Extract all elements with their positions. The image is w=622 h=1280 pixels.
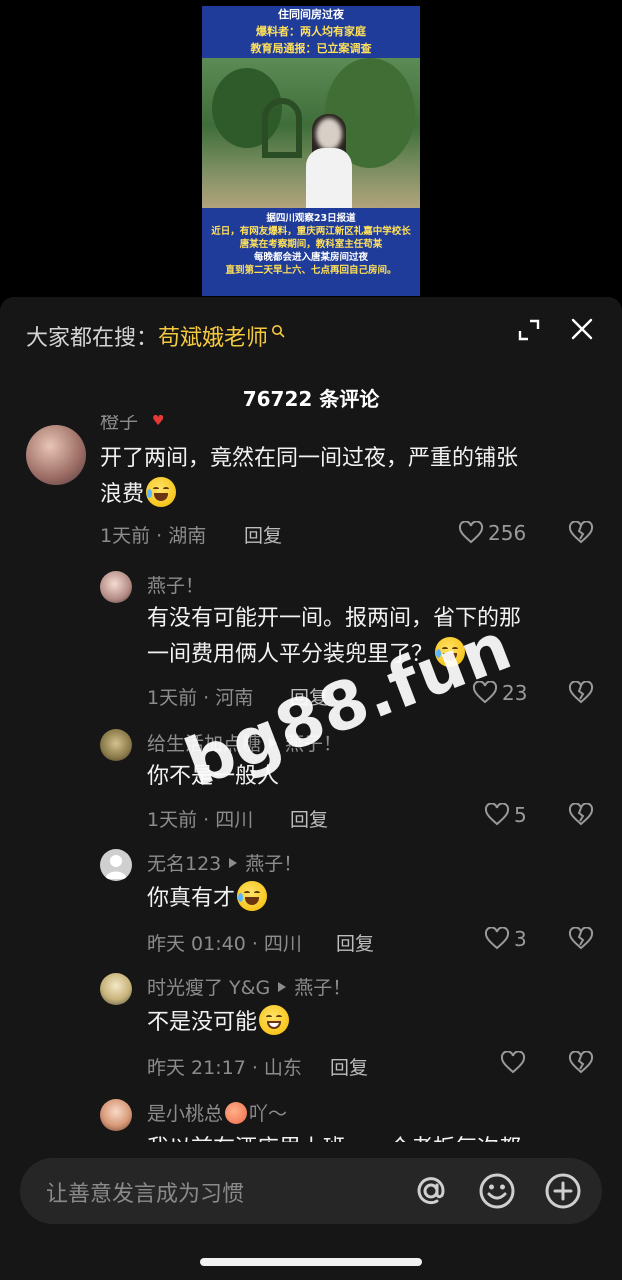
trending-search[interactable]: 大家都在搜： 苟斌娥老师 [26,319,285,353]
comment-text: 开了两间，竟然在同一间过夜，严重的铺张 浪费 [100,446,519,507]
like-button[interactable]: 3 [484,927,527,951]
comment-sheet: 大家都在搜： 苟斌娥老师 76722 条评论 橙子 ♥ 开了两间，竟然在同一间过… [0,297,622,1280]
like-count: 256 [488,521,527,545]
mention-icon[interactable] [412,1172,450,1210]
avatar[interactable] [100,973,132,1005]
reply-arrow-icon [278,981,287,992]
dislike-icon[interactable] [568,1051,594,1075]
comment-meta: 昨天 21:17 · 山东 [147,1057,302,1079]
comment-author[interactable]: 燕子！ [147,571,204,598]
trending-search-term[interactable]: 苟斌娥老师 [158,320,268,352]
comment-author[interactable]: 橙子 ♥ [100,415,165,434]
comment-count: 76722 条评论 [242,387,380,411]
search-icon [272,325,285,338]
comment-reply-item: 无名123 燕子！ 你真有才 昨天 01:40 · 四川 回复 3 [0,849,622,973]
comment-input[interactable]: 让善意发言成为习惯 [20,1158,602,1224]
video-caption-line: 住同间房过夜 [278,8,344,21]
comment-input-placeholder: 让善意发言成为习惯 [46,1182,245,1207]
like-count: 3 [514,927,527,951]
dislike-icon[interactable] [568,521,594,545]
avatar[interactable] [100,1099,132,1131]
comment-list[interactable]: 橙子 ♥ 开了两间，竟然在同一间过夜，严重的铺张 浪费 1天前 · 湖南 回复 … [0,415,622,1142]
grin-emoji-icon [259,1005,290,1035]
dislike-icon[interactable] [568,681,594,705]
rofl-emoji-icon [237,881,268,911]
comment-reply-item: 时光瘦了 Y&G 燕子！ 不是没可能 昨天 21:17 · 山东 回复 [0,973,622,1097]
comment-text: 我以前在酒店里上班……个老板每次都 [147,1131,607,1142]
video-caption-line: 直到第二天早上六、七点再回自己房间。 [225,265,397,276]
comment-reply-item: 是小桃总 吖～ 我以前在酒店里上班……个老板每次都 [0,1097,622,1142]
add-icon[interactable] [544,1172,582,1210]
laugh-cry-emoji-icon [146,477,177,507]
video-caption-line: 近日，有网友爆料，重庆两江新区礼嘉中学校长 [211,226,411,237]
heart-icon [458,521,484,544]
expand-icon[interactable] [518,319,540,341]
reply-button[interactable]: 回复 [336,929,374,956]
like-button[interactable]: 256 [458,521,526,545]
reply-arrow-icon [229,857,238,868]
video-player[interactable]: 住同间房过夜 爆料者：两人均有家庭 教育局通报：已立案调查 据四川观察23日报道… [202,6,420,296]
like-button[interactable] [500,1051,530,1075]
comment-meta: 昨天 01:40 · 四川 [147,933,302,955]
comment-author[interactable]: 是小桃总 吖～ [147,1099,287,1126]
comment-author[interactable]: 时光瘦了 Y&G 燕子！ [147,973,351,1000]
avatar[interactable] [100,849,132,881]
like-button[interactable]: 5 [484,803,527,827]
close-icon[interactable] [570,317,594,341]
trending-search-prefix: 大家都在搜： [26,326,159,351]
dislike-icon[interactable] [568,927,594,951]
avatar[interactable] [100,729,132,761]
video-caption-line: 每晚都会进入唐某房间过夜 [253,252,368,263]
dislike-icon[interactable] [568,803,594,827]
comment-text: 不是没可能 [147,1005,597,1041]
like-count: 5 [514,803,527,827]
comment-meta: 1天前 · 四川 [147,809,254,831]
heart-icon [484,803,510,826]
default-avatar-icon [105,855,127,879]
comment-item: 橙子 ♥ 开了两间，竟然在同一间过夜，严重的铺张 浪费 1天前 · 湖南 回复 … [0,415,622,565]
video-caption-line: 爆料者：两人均有家庭 [256,25,366,38]
heart-icon [484,927,510,950]
reply-button[interactable]: 回复 [244,521,282,548]
comment-meta: 1天前 · 湖南 [100,525,207,547]
video-frame-image [202,58,420,208]
video-caption-line: 唐某在考察期间，教科室主任苟某 [239,239,383,250]
emoji-icon[interactable] [478,1172,516,1210]
reply-button[interactable]: 回复 [290,805,328,832]
video-caption-line: 教育局通报：已立案调查 [250,42,372,55]
app-screen: 住同间房过夜 爆料者：两人均有家庭 教育局通报：已立案调查 据四川观察23日报道… [0,0,622,1280]
video-caption-line: 据四川观察23日报道 [266,213,356,224]
home-indicator[interactable] [200,1258,422,1266]
reply-button[interactable]: 回复 [330,1053,368,1080]
video-caption-body: 据四川观察23日报道 近日，有网友爆料，重庆两江新区礼嘉中学校长 唐某在考察期间… [202,212,420,277]
heart-badge-icon: ♥ [152,415,165,429]
comment-text: 你真有才 [147,881,597,917]
video-caption-top: 住同间房过夜 爆料者：两人均有家庭 教育局通报：已立案调查 [202,6,420,57]
peach-icon [225,1101,248,1124]
avatar[interactable] [26,425,86,485]
comment-author[interactable]: 无名123 燕子！ [147,849,302,876]
heart-icon [500,1051,526,1074]
avatar[interactable] [100,571,132,603]
